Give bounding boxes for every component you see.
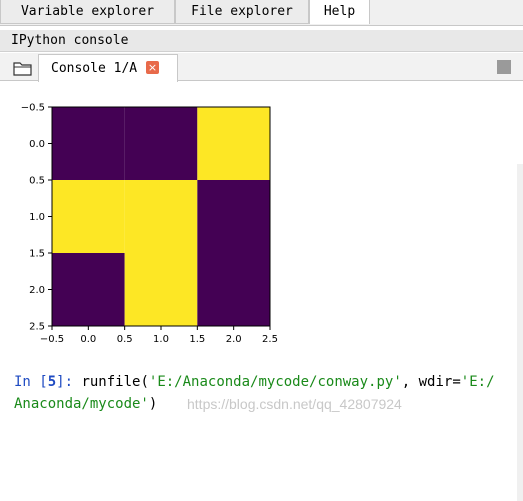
- heatmap-cell: [124, 107, 198, 180]
- y-axis: −0.5 0.0 0.5 1.0 1.5 2.0 2.5: [21, 103, 52, 333]
- y-tick-label: 1.5: [29, 249, 45, 260]
- code-text-sep: , wdir=: [401, 374, 461, 390]
- code-string-path: 'E:/Anaconda/mycode/conway.py': [148, 374, 402, 390]
- x-tick-label: 2.0: [226, 334, 242, 345]
- pane-title: IPython console: [0, 30, 523, 52]
- x-tick-label: −0.5: [40, 334, 64, 345]
- code-text: runfile(: [81, 374, 149, 390]
- heatmap-cell: [197, 180, 270, 253]
- prompt-label: In [: [14, 374, 48, 390]
- tab-variable-explorer[interactable]: Variable explorer: [0, 0, 175, 24]
- y-tick-label: 0.0: [29, 139, 45, 150]
- heatmap-cells: [52, 107, 270, 326]
- console-tab-label: Console 1/A: [51, 61, 138, 76]
- prompt-number: 5: [47, 374, 57, 390]
- x-tick-label: 2.5: [262, 334, 278, 345]
- heatmap-cell: [52, 107, 125, 180]
- y-tick-label: 2.5: [29, 322, 45, 333]
- watermark: https://blog.csdn.net/qq_42807924: [187, 396, 402, 412]
- x-axis: −0.5 0.0 0.5 1.0 1.5 2.0 2.5: [40, 326, 278, 345]
- vertical-scrollbar[interactable]: [517, 164, 523, 501]
- tab-help[interactable]: Help: [309, 0, 370, 24]
- y-tick-label: 1.0: [29, 212, 45, 223]
- code-string-wdir-cont: Anaconda/mycode': [14, 396, 149, 412]
- y-tick-label: 0.5: [29, 176, 45, 187]
- heatmap-cell: [52, 253, 125, 326]
- x-tick-label: 0.0: [80, 334, 96, 345]
- heatmap-cell: [124, 253, 198, 326]
- code-text-end: ): [148, 396, 158, 412]
- x-tick-label: 0.5: [117, 334, 133, 345]
- console-tab-bar: Console 1/A ×: [0, 53, 523, 82]
- folder-icon[interactable]: [12, 59, 34, 77]
- console-output[interactable]: −0.5 0.0 0.5 1.0 1.5 2.0 2.5 −0.5 0.0 0.5 1.0 1.5 2…: [0, 82, 523, 501]
- heatmap-cell: [197, 253, 270, 326]
- tab-file-explorer[interactable]: File explorer: [175, 0, 309, 24]
- x-tick-label: 1.0: [153, 334, 169, 345]
- y-tick-label: −0.5: [21, 103, 45, 114]
- code-string-wdir: 'E:/: [460, 374, 495, 390]
- tab-console-1a[interactable]: Console 1/A ×: [38, 54, 178, 82]
- x-tick-label: 1.5: [189, 334, 205, 345]
- prompt-label-end: ]:: [56, 374, 82, 390]
- heatmap-cell: [52, 180, 125, 253]
- y-tick-label: 2.0: [29, 285, 45, 296]
- heatmap-cell: [197, 107, 270, 180]
- close-icon[interactable]: ×: [146, 61, 159, 74]
- heatmap-cell: [124, 180, 198, 253]
- top-tab-bar: Variable explorer File explorer Help: [0, 0, 523, 26]
- stop-icon[interactable]: [497, 60, 511, 74]
- heatmap-plot: −0.5 0.0 0.5 1.0 1.5 2.0 2.5 −0.5 0.0 0.5 1.0 1.5 2…: [21, 103, 278, 346]
